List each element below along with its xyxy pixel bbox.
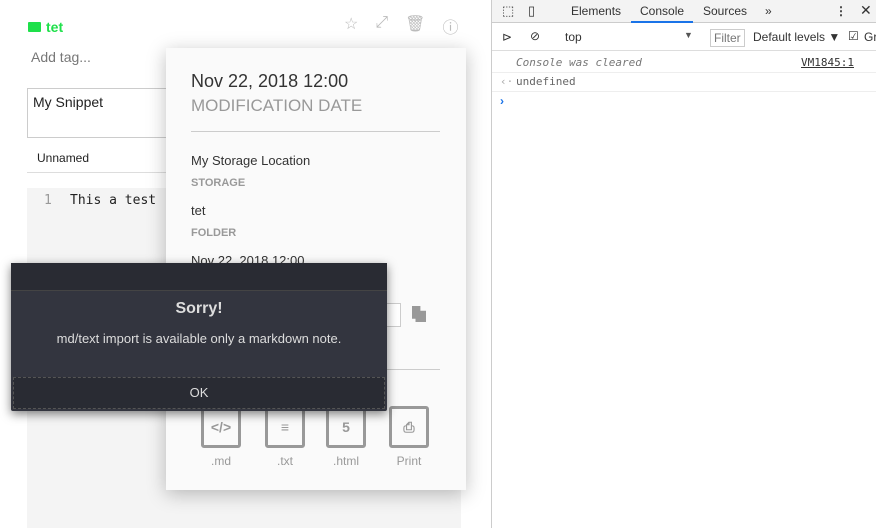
alert-dialog: Sorry! md/text import is available only … bbox=[11, 263, 387, 411]
return-arrow-icon: ‹· bbox=[500, 75, 514, 88]
more-tabs-icon[interactable]: » bbox=[765, 4, 772, 18]
snippet-title-input[interactable]: My Snippet bbox=[27, 88, 187, 138]
line-number: 1 bbox=[44, 193, 52, 208]
print-button[interactable]: ⎙ Print bbox=[384, 406, 434, 468]
note-editor-pane: tet ☆ ⤢ 🗑 ⓘ Add tag... My Snippet Unname… bbox=[0, 0, 490, 528]
console-message: Console was cleared VM1845:1 bbox=[492, 53, 876, 73]
console-message: ‹· undefined bbox=[492, 73, 876, 92]
copy-icon[interactable] bbox=[412, 306, 426, 322]
storage-value: My Storage Location bbox=[191, 153, 311, 168]
context-select[interactable]: top bbox=[565, 30, 582, 44]
code-line[interactable]: This a test bbox=[70, 193, 156, 208]
dialog-title: Sorry! bbox=[175, 300, 223, 317]
sidebar-toggle-icon[interactable]: ⊳ bbox=[502, 30, 512, 44]
export-html-button[interactable]: 5 .html bbox=[321, 406, 371, 468]
export-label: .txt bbox=[276, 454, 293, 468]
modification-date: Nov 22, 2018 12:00 bbox=[191, 71, 349, 91]
dialog-message: md/text import is available only a markd… bbox=[56, 331, 342, 346]
dialog-header bbox=[11, 263, 387, 291]
modification-date-label: MODIFICATION DATE bbox=[191, 96, 363, 115]
export-txt-button[interactable]: ≡ .txt bbox=[260, 406, 310, 468]
info-icon[interactable]: ⓘ bbox=[442, 14, 458, 38]
console-prompt[interactable]: › bbox=[500, 94, 504, 108]
group-checkbox[interactable]: ☑ bbox=[848, 29, 859, 43]
html5-icon: 5 bbox=[326, 406, 366, 448]
folder-icon bbox=[28, 22, 41, 32]
inspect-icon[interactable]: ⬚ bbox=[502, 3, 514, 19]
add-tag-input[interactable]: Add tag... bbox=[31, 49, 91, 65]
devtools-panel: ⬚ ▯ Elements Console Sources » ⋮ ✕ ⊳ ⊘ t… bbox=[491, 0, 876, 528]
message-text: Console was cleared bbox=[516, 56, 642, 69]
clear-console-icon[interactable]: ⊘ bbox=[530, 29, 540, 43]
trash-icon[interactable]: 🗑 bbox=[405, 14, 425, 38]
chevron-down-icon: ▼ bbox=[684, 30, 693, 40]
console-toolbar: ⊳ ⊘ top ▼ Filter Default levels ▼ ☑ Gr bbox=[492, 24, 876, 51]
folder-label: FOLDER bbox=[191, 227, 237, 239]
ok-button[interactable]: OK bbox=[13, 377, 385, 409]
star-icon[interactable]: ☆ bbox=[344, 14, 358, 38]
export-label: Print bbox=[396, 454, 422, 468]
divider bbox=[191, 131, 440, 132]
folder-name: tet bbox=[46, 19, 64, 35]
group-label: Gr bbox=[864, 30, 876, 44]
devtools-tabbar: ⬚ ▯ Elements Console Sources » ⋮ ✕ bbox=[492, 0, 876, 23]
fullscreen-icon[interactable]: ⤢ bbox=[375, 14, 388, 38]
folder-link[interactable]: tet bbox=[28, 19, 63, 35]
source-link[interactable]: VM1845:1 bbox=[801, 56, 854, 69]
code-file-icon: </> bbox=[201, 406, 241, 448]
filter-input[interactable]: Filter bbox=[710, 29, 745, 47]
note-toolbar: ☆ ⤢ 🗑 ⓘ bbox=[344, 14, 458, 38]
printer-icon: ⎙ bbox=[389, 406, 429, 448]
message-text: undefined bbox=[516, 75, 576, 88]
tab-elements[interactable]: Elements bbox=[571, 4, 621, 18]
storage-label: STORAGE bbox=[191, 177, 246, 189]
export-md-button[interactable]: </> .md bbox=[196, 406, 246, 468]
export-label: .md bbox=[210, 454, 231, 468]
tab-sources[interactable]: Sources bbox=[703, 4, 747, 18]
folder-value: tet bbox=[191, 203, 206, 218]
tab-console[interactable]: Console bbox=[631, 4, 694, 23]
menu-icon[interactable]: ⋮ bbox=[835, 4, 847, 18]
text-file-icon: ≡ bbox=[265, 406, 305, 448]
device-toolbar-icon[interactable]: ▯ bbox=[528, 3, 535, 19]
log-levels-select[interactable]: Default levels ▼ bbox=[753, 30, 840, 44]
divider bbox=[27, 172, 187, 173]
export-label: .html bbox=[332, 454, 359, 468]
close-icon[interactable]: ✕ bbox=[860, 2, 872, 19]
snippet-tab[interactable]: Unnamed bbox=[37, 151, 89, 165]
